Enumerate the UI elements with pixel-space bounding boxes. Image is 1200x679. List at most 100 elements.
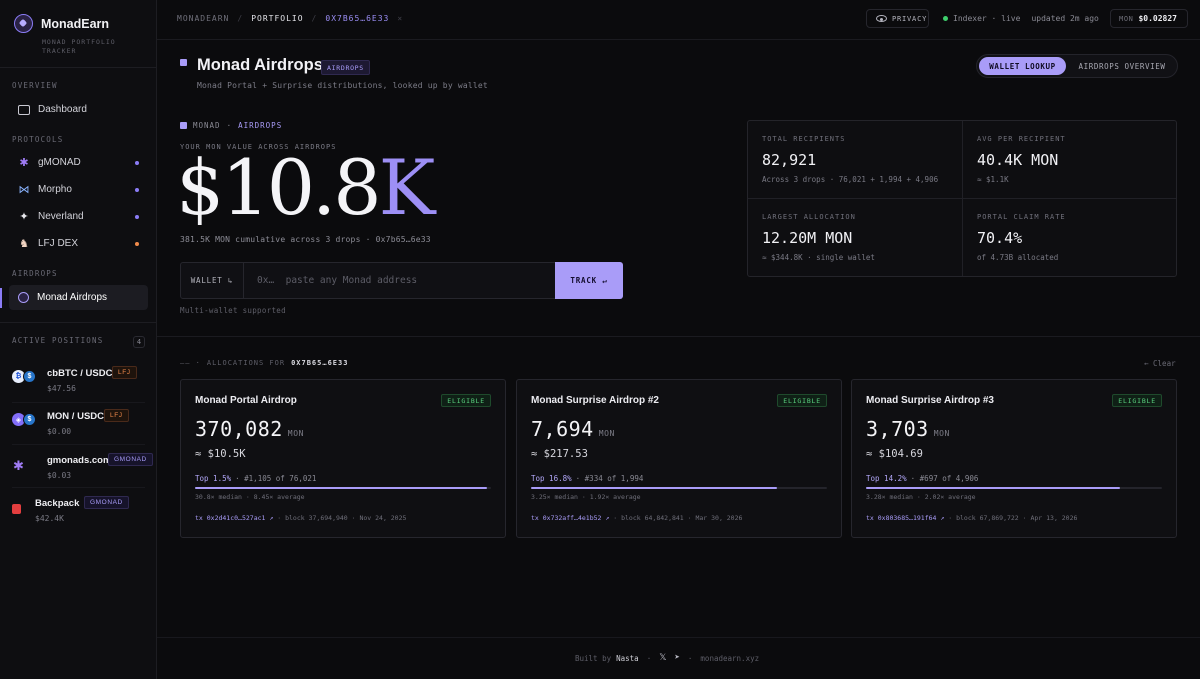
breadcrumb-item[interactable]: PORTFOLIO [251, 14, 303, 23]
hero-subtext: 381.5K MON cumulative across 3 drops · 0… [180, 235, 431, 244]
tx-row: tx 0x732aff…4e1b52 ↗ · block 64,842,841 … [531, 514, 742, 522]
rank-row: Top 14.2% · #697 of 4,906 [866, 474, 978, 483]
hero-value: $10.8K [176, 148, 435, 228]
stat-largest-allocation: LARGEST ALLOCATION 12.20M MON ≈ $344.8K … [762, 213, 962, 262]
breadcrumb-wallet[interactable]: 0X7B65…6E33 [325, 14, 389, 23]
eye-icon [876, 15, 887, 22]
track-button[interactable]: TRACK ↵ [555, 262, 623, 299]
brand-subtitle: MONAD PORTFOLIO TRACKER [42, 38, 116, 55]
percentile-bar-fill [531, 487, 778, 489]
footer: Built by Nasta · 𝕏 ➤ · monadearn.xyz [575, 653, 759, 663]
position-divider [12, 444, 145, 445]
token-pair-icons: ₿ $ [12, 370, 40, 384]
tx-meta: · block 64,842,841 · Mar 30, 2026 [613, 514, 743, 522]
dashboard-icon [18, 104, 30, 115]
tx-row: tx 0x2d41c0…527ac1 ↗ · block 37,694,940 … [195, 514, 406, 522]
position-item[interactable]: ✱ gmonads.com GMONAD $0.03 [12, 450, 153, 490]
hero-tag-monad: MONAD [193, 121, 221, 130]
sidebar-divider [0, 67, 157, 68]
rank-row: Top 16.8% · #334 of 1,994 [531, 474, 643, 483]
usd-value: ≈ $217.53 [531, 448, 588, 460]
privacy-toggle-button[interactable]: PRIVACY [866, 9, 929, 28]
position-tag: GMONAD [84, 496, 129, 509]
telegram-icon[interactable]: ➤ [674, 653, 679, 663]
position-tag: LFJ [104, 409, 129, 422]
stat-value: 82,921 [762, 151, 817, 169]
stat-portal-claim-rate: PORTAL CLAIM RATE 70.4% of 4.73B allocat… [977, 213, 1177, 262]
percentile-bar [195, 487, 491, 489]
position-divider [12, 402, 145, 403]
wallet-address-input[interactable] [245, 263, 555, 298]
live-status-dot [943, 16, 948, 21]
footer-separator: · [646, 653, 652, 663]
clear-button[interactable]: ← Clear [1144, 359, 1176, 368]
position-name: MON / USDC [47, 411, 104, 422]
position-item[interactable]: Backpack GMONAD $42.4K [12, 493, 145, 533]
usd-value: ≈ $10.5K [195, 448, 246, 460]
sidebar-item-neverland[interactable]: ✦ Neverland [9, 204, 148, 229]
tx-link[interactable]: tx 0x2d41c0…527ac1 ↗ [195, 514, 273, 522]
author-link[interactable]: Nasta [616, 654, 639, 663]
usdc-icon: $ [23, 370, 36, 383]
wallet-lookup-form: WALLET ↳ TRACK ↵ [180, 262, 623, 299]
view-switcher: WALLET LOOKUP AIRDROPS OVERVIEW [976, 54, 1178, 78]
sidebar-item-morpho[interactable]: ⋈ Morpho [9, 177, 148, 202]
section-divider [157, 336, 1200, 337]
tx-link[interactable]: tx 0x732aff…4e1b52 ↗ [531, 514, 609, 522]
median-average: 3.25× median · 1.92× average [531, 493, 641, 501]
updated-text: updated 2m ago [1031, 14, 1099, 23]
brand-name: MonadEarn [41, 16, 110, 31]
rank-row: Top 1.5% · #1,105 of 76,021 [195, 474, 316, 483]
median-average: 3.28× median · 2.02× average [866, 493, 976, 501]
amount-value: 7,694 [531, 417, 594, 441]
brand[interactable]: MonadEarn [14, 14, 109, 33]
top-percent: Top 14.2% [866, 474, 907, 483]
morpho-icon: ⋈ [18, 183, 30, 196]
position-item[interactable]: ₿ $ cbBTC / USDC LFJ $47.56 [12, 363, 145, 403]
percentile-bar [531, 487, 827, 489]
breadcrumb: MONADEARN / PORTFOLIO / 0X7B65…6E33 × [177, 14, 403, 23]
mon-price: MON $0.02827 [1110, 9, 1188, 28]
stat-label: AVG PER RECIPIENT [977, 135, 1066, 143]
tab-wallet-lookup[interactable]: WALLET LOOKUP [979, 57, 1066, 75]
stat-total-recipients: TOTAL RECIPIENTS 82,921 Across 3 drops ·… [762, 135, 962, 184]
stat-label: PORTAL CLAIM RATE [977, 213, 1066, 221]
section-overview: OVERVIEW [12, 81, 58, 90]
status-dot [135, 214, 139, 219]
x-icon[interactable]: 𝕏 [659, 653, 666, 663]
sidebar-divider [0, 322, 157, 323]
sidebar-item-dashboard[interactable]: Dashboard [9, 97, 148, 122]
position-item[interactable]: ◈ $ MON / USDC LFJ $0.00 [12, 406, 145, 446]
position-divider [12, 487, 145, 488]
sidebar-item-monad-airdrops[interactable]: Monad Airdrops [9, 285, 148, 310]
allocations-label: ALLOCATIONS FOR [206, 359, 286, 367]
gmonad-icon: ✱ [13, 457, 24, 473]
sidebar-item-lfj-dex[interactable]: ♞ LFJ DEX [9, 231, 148, 256]
stat-sub: ≈ $344.8K · single wallet [762, 253, 875, 262]
allocations-header: —— · ALLOCATIONS FOR 0X7B65…6E33 [180, 359, 348, 367]
breadcrumb-item[interactable]: MONADEARN [177, 14, 229, 23]
gmonad-icon: ✱ [19, 156, 29, 169]
multi-wallet-note: Multi-wallet supported [180, 306, 286, 315]
sidebar-item-gmonad[interactable]: ✱ gMONAD [9, 150, 148, 175]
stat-value: 40.4K MON [977, 151, 1059, 169]
close-icon[interactable]: × [397, 14, 403, 23]
tx-link[interactable]: tx 0x803685…191f64 ↗ [866, 514, 944, 522]
tx-row: tx 0x803685…191f64 ↗ · block 67,869,722 … [866, 514, 1077, 522]
footer-divider [157, 637, 1200, 638]
position-tag: LFJ [112, 366, 137, 379]
percentile-bar-fill [195, 487, 487, 489]
allocation-card: Monad Surprise Airdrop #2 ELIGIBLE 7,694… [516, 379, 842, 538]
card-amount: 3,703 MON [866, 417, 950, 441]
tab-airdrops-overview[interactable]: AIRDROPS OVERVIEW [1069, 57, 1175, 75]
price-label: MON [1119, 14, 1134, 23]
indexer-status: Indexer · live updated 2m ago [943, 14, 1099, 23]
position-name: gmonads.com [47, 455, 112, 466]
sidebar-item-label: Monad Airdrops [37, 292, 108, 303]
amount-unit: MON [287, 429, 305, 438]
position-tag: GMONAD [108, 453, 153, 466]
domain-link[interactable]: monadearn.xyz [700, 654, 759, 663]
title-marker-icon [180, 59, 187, 66]
token-icons: ✱ [12, 457, 40, 473]
top-percent: Top 1.5% [195, 474, 232, 483]
